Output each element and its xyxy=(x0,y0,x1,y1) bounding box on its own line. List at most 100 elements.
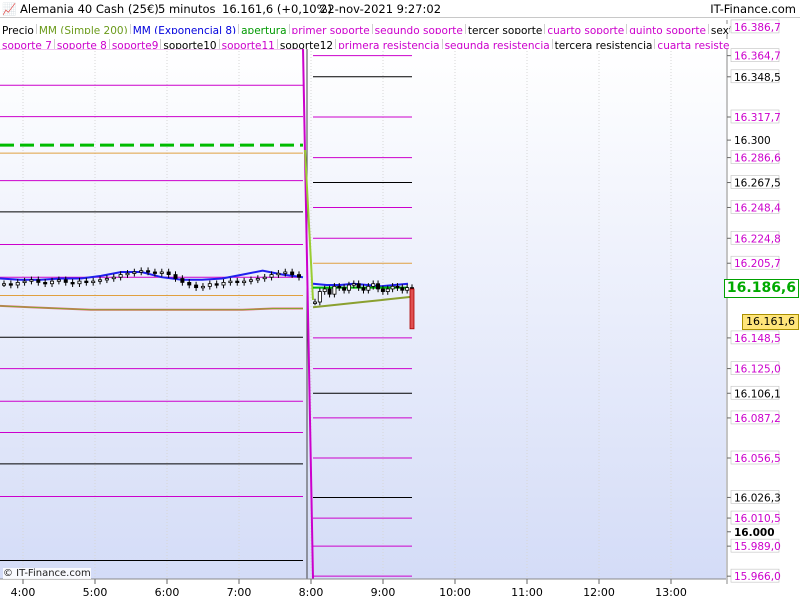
candle-prev xyxy=(173,274,178,279)
legend-item[interactable]: MM (Simple 200) xyxy=(36,24,131,34)
y-tick-label: 16.056,5 xyxy=(734,453,781,465)
candle-today xyxy=(385,288,390,292)
candle-prev xyxy=(104,278,109,281)
candle-prev xyxy=(296,274,301,278)
candle-prev xyxy=(152,271,157,274)
price-chart[interactable]: 16.386,7 16.364,7 16.348,5 16.317,7 16.300 16… xyxy=(0,0,800,600)
candle-prev xyxy=(248,279,253,282)
candle-prev xyxy=(43,282,48,285)
legend-item[interactable]: primera resistencia xyxy=(336,39,443,49)
candle-prev xyxy=(166,271,171,275)
x-tick-label: 11:00 xyxy=(511,586,543,599)
candle-today xyxy=(366,285,371,291)
candle-today xyxy=(346,284,351,291)
candle-prev xyxy=(77,280,82,285)
x-tick-label: 6:00 xyxy=(155,586,180,599)
candle-today xyxy=(380,288,385,292)
candle-prev xyxy=(132,271,137,274)
legend-item[interactable]: segunda resistencia xyxy=(442,39,553,49)
candle-prev xyxy=(290,271,295,275)
candle-prev xyxy=(255,278,260,281)
candle-today xyxy=(332,285,337,295)
legend-item[interactable]: segundo soporte xyxy=(372,24,466,34)
legend-item[interactable]: sexto soporte xyxy=(708,24,730,34)
y-tick-label: 16.386,7 xyxy=(734,22,781,34)
candle-prev xyxy=(15,282,20,286)
candle-prev xyxy=(91,280,96,284)
candle-prev xyxy=(84,280,89,284)
candle-today xyxy=(351,283,356,286)
legend-item[interactable]: primer soporte xyxy=(289,24,373,34)
candle-today xyxy=(405,287,410,291)
candle-today xyxy=(327,288,332,295)
candle-prev xyxy=(283,271,288,274)
candle-prev xyxy=(56,279,61,282)
legend-item[interactable]: soporte11 xyxy=(219,39,278,49)
legend-item[interactable]: MM (Exponencial 8) xyxy=(130,24,240,34)
y-tick-label: 16.224,8 xyxy=(734,233,781,245)
candle-today xyxy=(390,285,395,290)
timeframe: 5 minutos xyxy=(158,2,216,16)
candle-prev xyxy=(235,280,240,284)
candle-prev xyxy=(221,282,226,286)
legend-item[interactable]: apertura xyxy=(239,24,290,34)
candle-prev xyxy=(214,283,219,286)
legend-item[interactable]: cuarta resistencia xyxy=(655,39,730,49)
candle-prev xyxy=(159,271,164,274)
y-tick-label: 16.317,7 xyxy=(734,112,781,124)
candle-today xyxy=(317,291,322,303)
current-price-badge: 16.186,6 xyxy=(723,279,799,299)
y-tick-label: 16.300 xyxy=(734,135,771,147)
candle-prev xyxy=(262,276,267,280)
candle-prev xyxy=(2,283,7,286)
y-tick-label: 16.348,5 xyxy=(734,72,781,84)
candle-last xyxy=(409,288,415,330)
candle-prev xyxy=(228,280,233,284)
legend-item[interactable]: cuarto soporte xyxy=(545,24,628,34)
legend-row-2: soporte 7 soporte 8 soporte9 soporte10 sopor… xyxy=(0,34,730,49)
legend-item[interactable]: tercera resistencia xyxy=(552,39,656,49)
candle-prev xyxy=(111,276,116,280)
candle-today xyxy=(312,301,317,304)
legend-item[interactable]: quinto soporte xyxy=(627,24,709,34)
candle-prev xyxy=(276,272,281,276)
y-tick-label: 16.125,0 xyxy=(734,364,781,376)
candle-prev xyxy=(187,282,192,286)
x-tick-label: 4:00 xyxy=(11,586,36,599)
candle-prev xyxy=(269,274,274,278)
legend-item[interactable]: soporte 8 xyxy=(54,39,110,49)
legend-item[interactable]: soporte9 xyxy=(109,39,162,49)
candle-prev xyxy=(118,274,123,278)
candle-today xyxy=(371,283,376,287)
datetime: 22-nov-2021 9:27:02 xyxy=(320,2,442,16)
candle-today xyxy=(322,288,327,292)
y-tick-label: 16.010,5 xyxy=(734,513,781,525)
candle-prev xyxy=(139,270,144,273)
candle-prev xyxy=(70,282,75,285)
legend-item[interactable]: soporte 7 xyxy=(0,39,55,49)
quote: 16.161,6 (+0,10%) xyxy=(222,2,333,16)
y-tick-label: 15.989,0 xyxy=(734,541,781,553)
legend-item[interactable]: soporte10 xyxy=(161,39,220,49)
last-price-badge: 16.161,6 xyxy=(742,313,799,330)
candle-prev xyxy=(22,280,27,284)
legend-item[interactable]: Precio xyxy=(0,24,37,34)
y-tick-label: 16.364,7 xyxy=(734,51,781,63)
candle-prev xyxy=(29,279,34,282)
y-tick-label: 16.205,7 xyxy=(734,258,781,270)
candle-prev xyxy=(8,283,13,286)
legend-item[interactable]: tercer soporte xyxy=(465,24,546,34)
candle-today xyxy=(356,283,361,289)
y-tick-label: 16.087,2 xyxy=(734,413,781,425)
candle-today xyxy=(400,287,405,291)
candle-prev xyxy=(125,272,130,276)
y-tick-label: 16.267,5 xyxy=(734,178,781,190)
credit: © IT-Finance.com xyxy=(3,568,91,579)
y-tick-label: 16.106,1 xyxy=(734,388,781,400)
legend-row-1: Precio MM (Simple 200) MM (Exponencial 8) a… xyxy=(0,19,730,34)
legend-item[interactable]: soporte12 xyxy=(277,39,337,49)
candle-prev xyxy=(194,284,199,289)
x-tick-label: 5:00 xyxy=(83,586,108,599)
y-tick-label: 16.286,6 xyxy=(734,153,781,165)
candle-prev xyxy=(36,279,41,283)
